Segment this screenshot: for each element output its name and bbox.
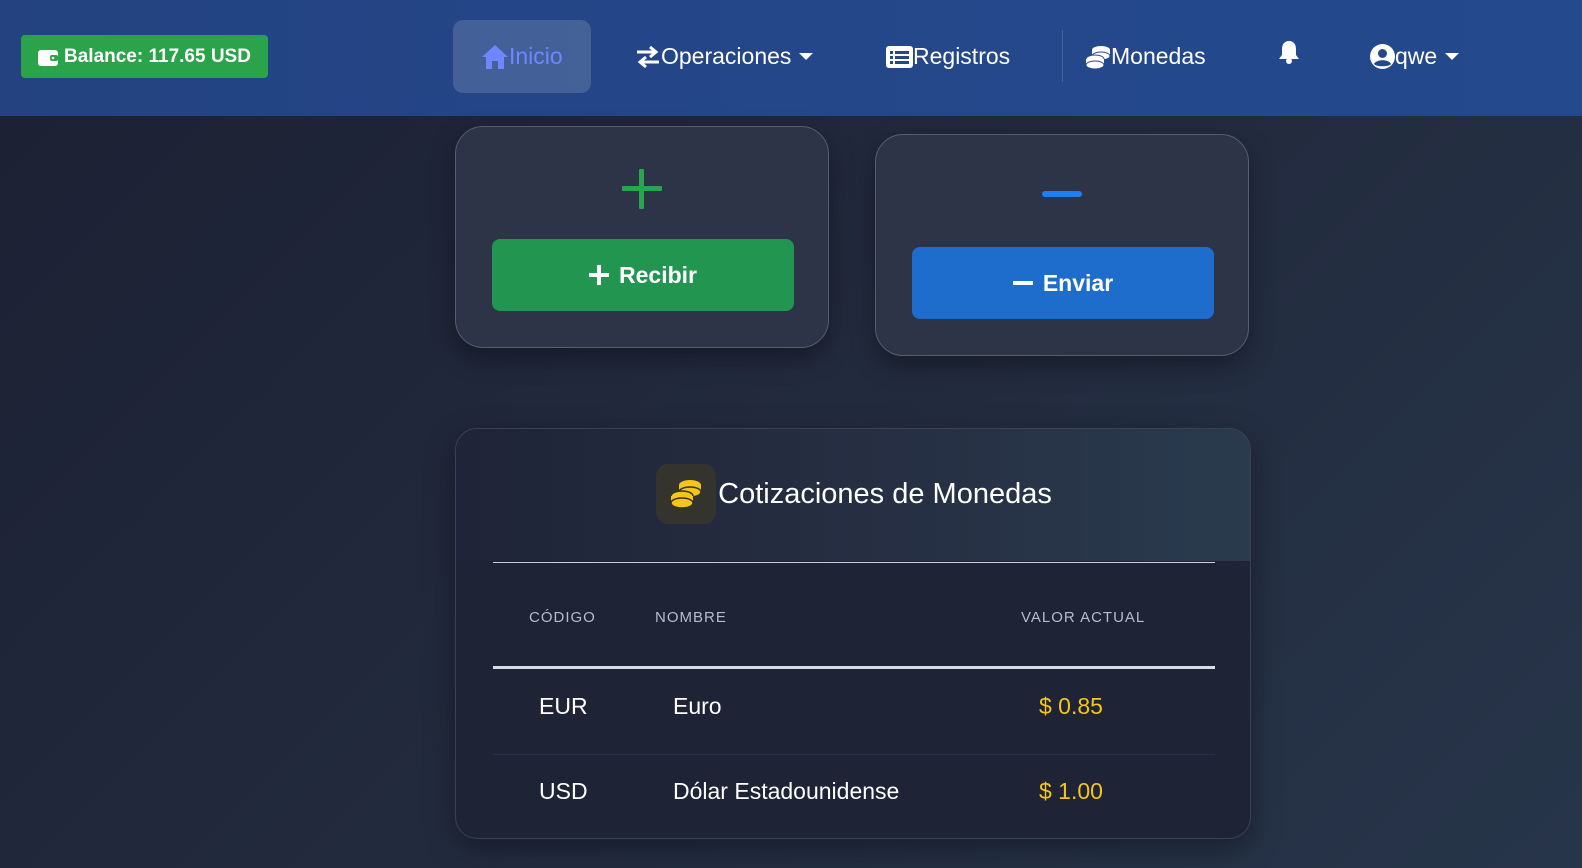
- nav-operaciones-label: Operaciones: [661, 43, 792, 69]
- minus-icon: [1012, 281, 1033, 285]
- recibir-label: Recibir: [619, 261, 697, 288]
- list-icon: [886, 45, 913, 68]
- row-divider: [493, 754, 1215, 755]
- coins-icon: [656, 464, 717, 524]
- quotes-title: Cotizaciones de Monedas: [456, 464, 1250, 524]
- recibir-card: Recibir: [455, 126, 829, 348]
- row-code: USD: [539, 778, 588, 804]
- nav-inicio-label: Inicio: [509, 43, 563, 69]
- header-divider: [493, 666, 1215, 669]
- enviar-label: Enviar: [1042, 269, 1114, 296]
- row-value: $ 0.85: [1039, 693, 1103, 719]
- column-header-name: NOMBRE: [655, 609, 727, 626]
- coins-icon: [1085, 45, 1111, 69]
- quotes-card: Cotizaciones de Monedas CÓDIGO NOMBRE VA…: [455, 428, 1251, 839]
- nav-divider: [1062, 30, 1063, 82]
- column-header-value: VALOR ACTUAL: [1021, 609, 1146, 626]
- divider: [493, 562, 1215, 563]
- top-navbar: Balance: 117.65 USD Inicio Operaciones R…: [0, 0, 1582, 116]
- nav-monedas-label: Monedas: [1111, 43, 1206, 69]
- balance-text: Balance: 117.65 USD: [64, 45, 251, 67]
- user-menu[interactable]: qwe: [1370, 20, 1460, 93]
- minus-icon: [1042, 191, 1082, 197]
- row-name: Euro: [673, 693, 722, 719]
- chevron-down-icon: [799, 53, 814, 60]
- quotes-header: Cotizaciones de Monedas: [456, 429, 1250, 561]
- nav-registros-label: Registros: [913, 43, 1011, 69]
- nav-operaciones[interactable]: Operaciones: [635, 20, 814, 93]
- enviar-button[interactable]: Enviar: [912, 247, 1214, 319]
- quotes-title-text: Cotizaciones de Monedas: [718, 477, 1052, 510]
- nav-inicio[interactable]: Inicio: [453, 20, 591, 93]
- plus-icon: [622, 169, 662, 209]
- chevron-down-icon: [1445, 53, 1460, 60]
- nav-registros[interactable]: Registros: [886, 20, 1010, 93]
- balance-badge[interactable]: Balance: 117.65 USD: [21, 35, 268, 78]
- notifications-button[interactable]: [1278, 20, 1300, 93]
- exchange-icon: [637, 45, 659, 68]
- enviar-card: Enviar: [875, 134, 1249, 356]
- row-name: Dólar Estadounidense: [673, 778, 900, 804]
- row-value: $ 1.00: [1039, 778, 1103, 804]
- row-code: EUR: [539, 693, 588, 719]
- home-icon: [482, 44, 508, 69]
- nav-monedas[interactable]: Monedas: [1085, 20, 1206, 93]
- recibir-button[interactable]: Recibir: [492, 239, 794, 311]
- user-circle-icon: [1370, 44, 1395, 69]
- wallet-icon: [38, 49, 58, 66]
- plus-icon: [589, 265, 609, 285]
- bell-icon: [1279, 41, 1299, 64]
- column-header-code: CÓDIGO: [529, 609, 596, 626]
- user-name: qwe: [1395, 43, 1438, 69]
